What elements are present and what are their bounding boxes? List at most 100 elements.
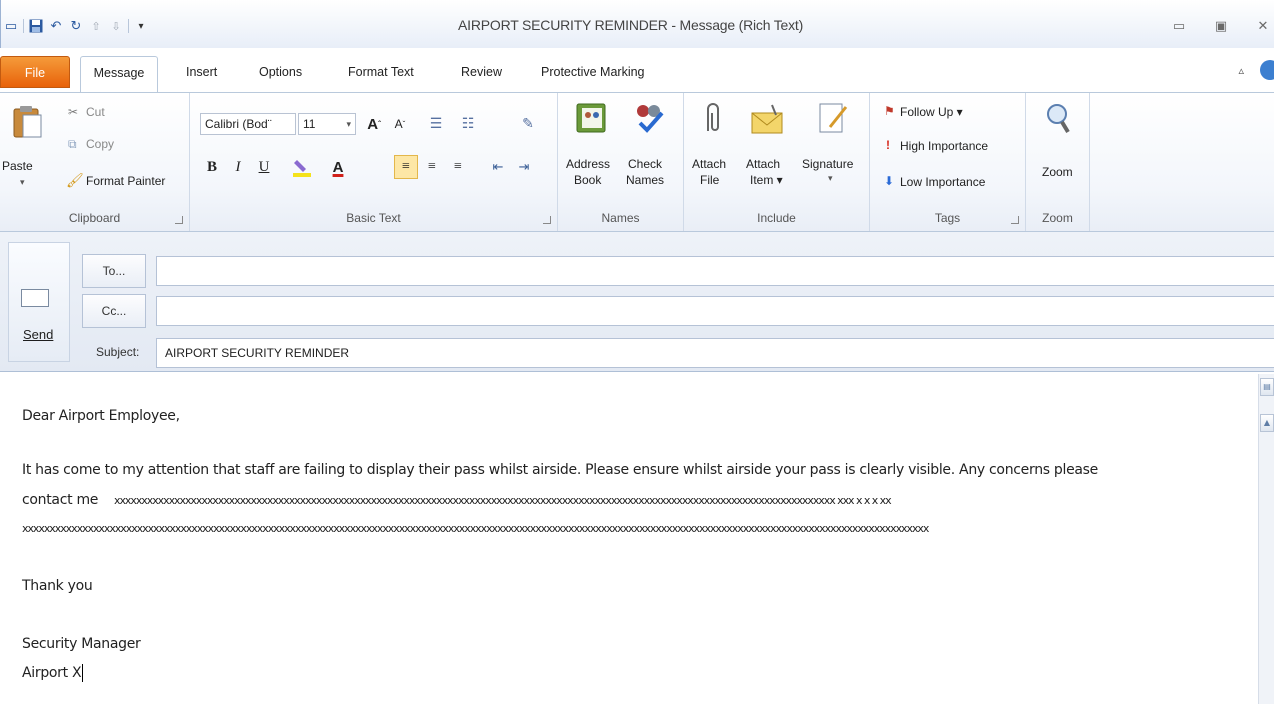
group-clipboard: Paste ▾ ✂ Cut ⧉ Copy 🖌 Format Painter Cl… xyxy=(0,93,190,231)
bullets-icon[interactable]: ☰ xyxy=(424,112,448,136)
tab-insert[interactable]: Insert xyxy=(180,58,223,86)
names-group-label: Names xyxy=(601,211,640,225)
font-size-value: 11 xyxy=(303,117,316,131)
zoom-button[interactable]: Zoom xyxy=(1032,99,1084,195)
paragraph-line-1: It has come to my attention that staff a… xyxy=(22,462,1098,478)
low-importance-button[interactable]: ⬇ Low Importance xyxy=(884,173,1024,195)
clipboard-icon xyxy=(13,106,42,138)
chevron-down-icon: ▾ xyxy=(346,119,351,129)
cut-label: Cut xyxy=(86,105,105,119)
address-label: Address xyxy=(566,157,611,171)
tab-review[interactable]: Review xyxy=(455,58,508,86)
align-right-icon[interactable]: ≡ xyxy=(446,155,470,179)
signature-button[interactable]: Signature ▾ xyxy=(800,99,866,195)
follow-up-button[interactable]: ⚑ Follow Up ▾ xyxy=(884,103,1020,125)
grow-font-icon[interactable]: Aˆ xyxy=(362,112,386,136)
up-arrow-icon[interactable]: ⇧ xyxy=(88,18,104,34)
minimize-icon[interactable]: ▭ xyxy=(1167,16,1191,36)
collapse-ribbon-icon[interactable]: ▵ xyxy=(1238,64,1244,77)
subject-field[interactable]: AIRPORT SECURITY REMINDER xyxy=(156,338,1274,368)
paste-button[interactable]: Paste ▾ xyxy=(2,101,50,191)
italic-button[interactable]: I xyxy=(226,155,250,179)
ruler-toggle-icon[interactable]: ▤ xyxy=(1260,378,1274,396)
flag-icon: ⚑ xyxy=(884,104,895,118)
font-name-value: Calibri (Bod¨ xyxy=(205,117,272,131)
address-book-button[interactable]: Address Book xyxy=(564,99,622,195)
help-icon[interactable] xyxy=(1260,60,1274,80)
high-importance-button[interactable]: ! High Importance xyxy=(884,137,1024,159)
signature-dropdown-icon[interactable]: ▾ xyxy=(828,173,833,184)
attach-file-label-1: Attach xyxy=(692,157,727,171)
numbering-icon[interactable]: ☷ xyxy=(456,112,480,136)
customize-qat-icon[interactable]: ▾ xyxy=(133,18,149,34)
tab-options[interactable]: Options xyxy=(253,58,308,86)
message-body[interactable]: Dear Airport Employee, It has come to my… xyxy=(8,374,1258,704)
ribbon-tabs: File Message Insert Options Format Text … xyxy=(0,52,1274,92)
font-name-combo[interactable]: Calibri (Bod¨ xyxy=(200,113,296,135)
paste-dropdown-icon[interactable]: ▾ xyxy=(20,177,25,188)
group-include: Attach File Attach Item ▾ Signature ▾ In… xyxy=(684,93,870,231)
clipboard-launcher-icon[interactable] xyxy=(175,216,183,224)
decrease-indent-icon[interactable]: ⇤ xyxy=(486,155,510,179)
signature-label: Signature xyxy=(802,157,854,171)
attach-item-button[interactable]: Attach Item ▾ xyxy=(740,99,796,195)
attach-file-button[interactable]: Attach File xyxy=(688,99,736,195)
format-painter-button[interactable]: 🖌 Format Painter xyxy=(66,171,190,193)
clipboard-group-label: Clipboard xyxy=(68,211,121,225)
close-icon[interactable]: ✕ xyxy=(1251,16,1274,36)
zoom-group-label: Zoom xyxy=(1042,211,1073,225)
follow-up-label: Follow Up ▾ xyxy=(900,105,963,119)
signature-line-2: Airport X xyxy=(22,664,84,682)
qat-separator xyxy=(128,19,129,33)
cut-button[interactable]: ✂ Cut xyxy=(68,103,178,125)
redacted-contact-line-2: xxxxxxxxxxxxxxxxxxxxxxxxxxxxxxxxxxxxxxxx… xyxy=(22,522,929,535)
group-basic-text: Calibri (Bod¨ 11 ▾ Aˆ Aˇ ☰ ☷ ✎ B I U A ≡… xyxy=(190,93,558,231)
maximize-icon[interactable]: ▣ xyxy=(1209,16,1233,36)
greeting-line: Dear Airport Employee, xyxy=(22,408,180,424)
shrink-font-icon[interactable]: Aˇ xyxy=(388,112,412,136)
tags-launcher-icon[interactable] xyxy=(1011,216,1019,224)
basic-text-launcher-icon[interactable] xyxy=(543,216,551,224)
ribbon: Paste ▾ ✂ Cut ⧉ Copy 🖌 Format Painter Cl… xyxy=(0,92,1274,232)
font-size-combo[interactable]: 11 ▾ xyxy=(298,113,356,135)
vertical-scrollbar[interactable]: ▤ ▲ xyxy=(1258,374,1274,704)
tab-message[interactable]: Message xyxy=(80,56,158,92)
undo-icon[interactable]: ↶ xyxy=(48,18,64,34)
text-cursor xyxy=(82,664,84,682)
down-arrow-icon[interactable]: ⇩ xyxy=(108,18,124,34)
copy-icon: ⧉ xyxy=(68,137,77,151)
redo-icon[interactable]: ↻ xyxy=(68,18,84,34)
app-icon[interactable]: ▭ xyxy=(3,18,19,34)
send-label: Send xyxy=(23,327,54,342)
underline-button[interactable]: U xyxy=(252,155,276,179)
address-book-icon xyxy=(576,103,606,133)
scroll-up-icon[interactable]: ▲ xyxy=(1260,414,1274,432)
tab-protective-marking[interactable]: Protective Marking xyxy=(535,58,651,86)
book-label: Book xyxy=(574,173,602,187)
increase-indent-icon[interactable]: ⇥ xyxy=(512,155,536,179)
cc-field[interactable] xyxy=(156,296,1274,326)
message-header: Send To... Cc... Subject: AIRPORT SECURI… xyxy=(0,232,1274,372)
attach-item-label-2: Item ▾ xyxy=(750,173,783,187)
check-names-button[interactable]: Check Names xyxy=(624,99,680,195)
clear-formatting-icon[interactable]: ✎ xyxy=(516,112,540,136)
save-icon[interactable] xyxy=(28,18,44,34)
check-names-icon xyxy=(637,105,664,133)
tab-file[interactable]: File xyxy=(0,56,70,88)
cc-button[interactable]: Cc... xyxy=(82,294,146,328)
align-center-icon[interactable]: ≡ xyxy=(420,155,444,179)
align-left-icon[interactable]: ≡ xyxy=(394,155,418,179)
copy-button[interactable]: ⧉ Copy xyxy=(68,135,178,157)
scissors-icon: ✂ xyxy=(68,105,79,119)
thanks-line: Thank you xyxy=(22,578,93,594)
send-button[interactable]: Send xyxy=(8,242,70,362)
to-field[interactable] xyxy=(156,256,1274,286)
highlight-icon[interactable] xyxy=(290,155,314,179)
bold-button[interactable]: B xyxy=(200,155,224,179)
tab-format-text[interactable]: Format Text xyxy=(342,58,420,86)
group-names: Address Book Check Names Names xyxy=(558,93,684,231)
brush-icon: 🖌 xyxy=(66,172,84,188)
font-color-icon[interactable]: A xyxy=(326,155,350,179)
to-button[interactable]: To... xyxy=(82,254,146,288)
signature-line-2-text: Airport X xyxy=(22,665,82,681)
